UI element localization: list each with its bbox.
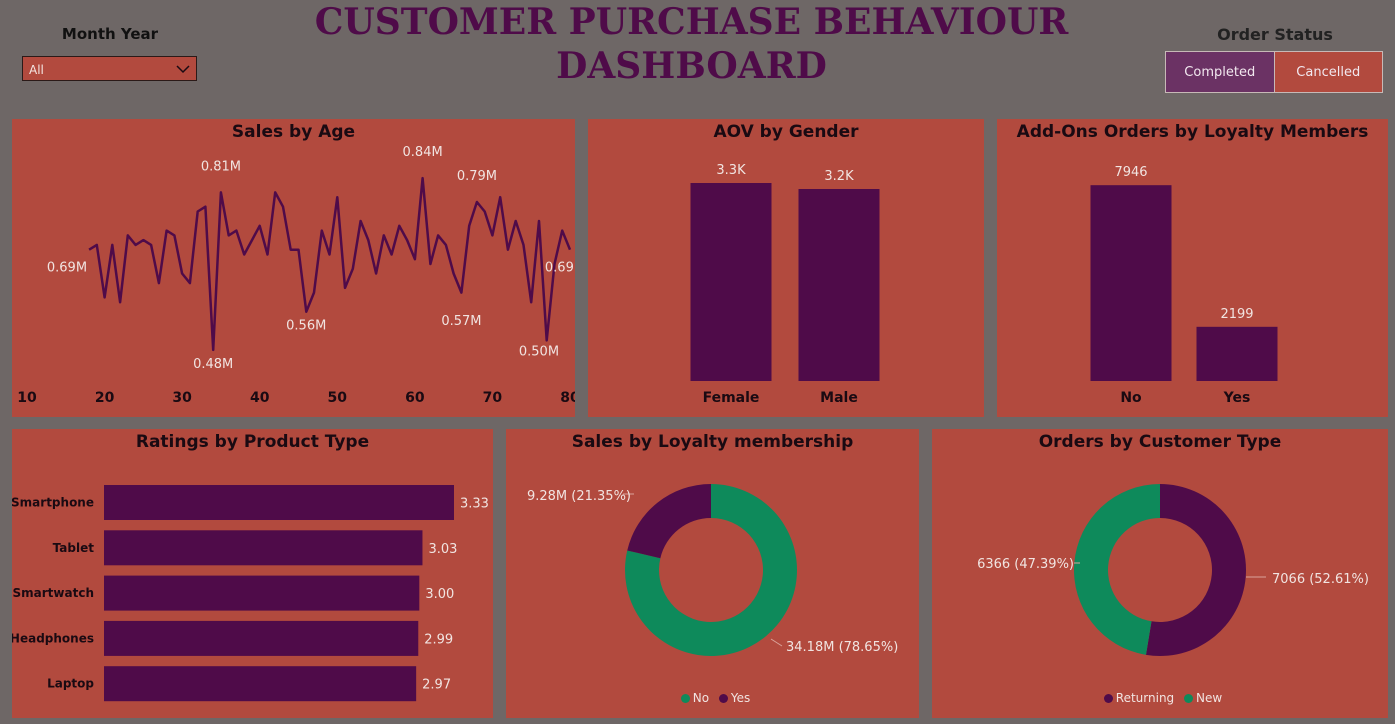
data-label: 7946 bbox=[1114, 165, 1147, 180]
category-label: Male bbox=[820, 390, 858, 406]
x-tick-label: 20 bbox=[95, 390, 115, 406]
data-label: 9.28M (21.35%) bbox=[527, 489, 631, 504]
bar-female bbox=[690, 183, 772, 381]
data-label: 3.3K bbox=[716, 163, 746, 178]
data-label: 7066 (52.61%) bbox=[1272, 572, 1369, 587]
sales-by-age-chart: 10 20 30 40 50 60 70 80 0.69M 0.81M 0.48M 0.56M 0.84… bbox=[17, 145, 575, 406]
data-label: 34.18M (78.65%) bbox=[786, 640, 898, 655]
bar-headphones bbox=[104, 620, 419, 656]
month-year-value: All bbox=[29, 63, 44, 77]
customer-type-chart: 7066 (52.61%) 6366 (47.39%) bbox=[977, 484, 1369, 656]
data-label: 3.00 bbox=[425, 587, 454, 602]
data-label: 2.97 bbox=[422, 678, 451, 693]
order-status-slicer: Completed Cancelled bbox=[1165, 51, 1383, 93]
data-label: 0.48M bbox=[193, 357, 233, 372]
sales-by-age-card: Sales by Age 10 20 30 40 50 60 70 80 0.69M 0.81M 0… bbox=[12, 119, 575, 417]
legend-new-label: New bbox=[1196, 691, 1223, 705]
data-label: 0.50M bbox=[519, 344, 559, 359]
ratings-chart: Smartphone 3.33 Tablet 3.03 Smartwatch 3.00 He… bbox=[12, 485, 489, 702]
slice-yes bbox=[627, 484, 711, 559]
ratings-card: Ratings by Product Type Smartphone 3.33 Ta… bbox=[12, 429, 493, 718]
data-label: 2199 bbox=[1220, 307, 1253, 322]
category-label: Tablet bbox=[53, 541, 95, 555]
slice-new bbox=[1074, 484, 1160, 655]
data-label: 0.69M bbox=[47, 261, 87, 276]
chevron-down-icon bbox=[176, 65, 190, 74]
customer-type-legend: Returning New bbox=[932, 691, 1388, 705]
data-label: 3.2K bbox=[824, 169, 854, 184]
bar-no bbox=[1090, 185, 1172, 381]
data-label: 0.81M bbox=[201, 159, 241, 174]
data-label: 0.79M bbox=[457, 169, 497, 184]
addons-orders-chart: 7946 No 2199 Yes bbox=[1090, 165, 1278, 406]
slice-returning bbox=[1145, 484, 1246, 656]
bar-male bbox=[798, 189, 880, 381]
sales-loyalty-chart: 34.18M (78.65%) 9.28M (21.35%) bbox=[527, 484, 898, 656]
category-label: Headphones bbox=[12, 631, 94, 645]
sales-line bbox=[88, 176, 572, 352]
sales-loyalty-legend: No Yes bbox=[506, 691, 919, 705]
category-label: Smartwatch bbox=[13, 586, 94, 600]
category-label: No bbox=[1120, 390, 1142, 406]
addons-orders-card: Add-Ons Orders by Loyalty Members 7946 No… bbox=[997, 119, 1388, 417]
category-label: Female bbox=[703, 390, 760, 406]
data-label: 3.03 bbox=[428, 542, 457, 557]
x-tick-label: 80 bbox=[560, 390, 575, 406]
data-label: 0.56M bbox=[286, 319, 326, 334]
leader-line bbox=[770, 638, 783, 647]
x-tick-label: 10 bbox=[17, 390, 37, 406]
bar-tablet bbox=[104, 530, 423, 566]
x-tick-label: 60 bbox=[405, 390, 425, 406]
sales-loyalty-card: Sales by Loyalty membership 34.18M (78.6… bbox=[506, 429, 919, 718]
bar-smartphone bbox=[104, 485, 454, 520]
order-status-label: Order Status bbox=[1217, 25, 1333, 44]
category-label: Yes bbox=[1223, 390, 1251, 406]
aov-by-gender-chart: 3.3K Female 3.2K Male bbox=[690, 163, 880, 406]
data-label: 0.57M bbox=[441, 314, 481, 329]
x-tick-label: 50 bbox=[328, 390, 348, 406]
legend-returning-dot bbox=[1103, 694, 1113, 703]
data-label: 0.69M bbox=[545, 261, 575, 276]
legend-no-label: No bbox=[692, 691, 710, 705]
legend-new-dot bbox=[1184, 694, 1194, 703]
legend-no-dot bbox=[680, 694, 690, 703]
aov-by-gender-card: AOV by Gender 3.3K Female 3.2K Male bbox=[588, 119, 984, 417]
x-tick-label: 40 bbox=[250, 390, 270, 406]
status-cancelled-button[interactable]: Cancelled bbox=[1274, 52, 1382, 92]
bar-smartwatch bbox=[104, 575, 420, 611]
data-label: 0.84M bbox=[403, 145, 443, 160]
data-label: 2.99 bbox=[424, 632, 453, 647]
category-label: Laptop bbox=[47, 677, 94, 691]
x-tick-label: 30 bbox=[172, 390, 192, 406]
data-label: 3.33 bbox=[460, 497, 489, 512]
legend-yes-label: Yes bbox=[730, 691, 751, 705]
legend-returning-label: Returning bbox=[1115, 691, 1175, 705]
customer-type-card: Orders by Customer Type 7066 (52.61%) 636… bbox=[932, 429, 1388, 718]
category-label: Smartphone bbox=[12, 496, 94, 510]
legend-yes-dot bbox=[718, 694, 728, 703]
status-completed-button[interactable]: Completed bbox=[1166, 52, 1275, 92]
month-year-label: Month Year bbox=[61, 25, 159, 43]
bar-yes bbox=[1196, 326, 1278, 381]
month-year-dropdown[interactable]: All bbox=[22, 56, 197, 81]
bar-laptop bbox=[104, 666, 417, 702]
x-tick-label: 70 bbox=[483, 390, 503, 406]
data-label: 6366 (47.39%) bbox=[977, 557, 1074, 572]
